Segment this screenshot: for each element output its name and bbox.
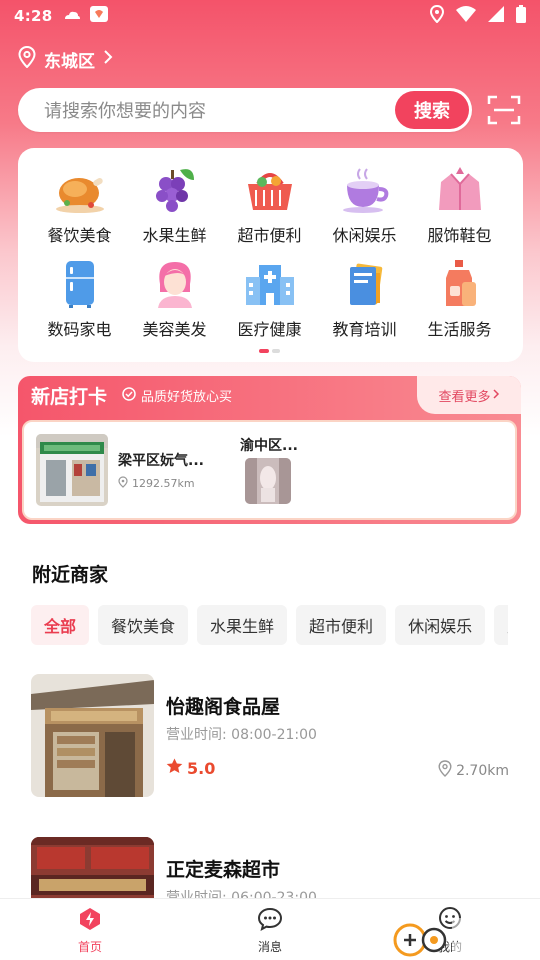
- status-time: 4:28: [14, 7, 53, 25]
- category-label: 教育培训: [332, 320, 397, 339]
- check-circle-icon: [122, 386, 136, 405]
- battery-icon: [516, 5, 526, 27]
- new-shop-subtitle: 品质好货放心买: [122, 386, 232, 405]
- nav-label: 消息: [257, 940, 282, 954]
- category-leisure[interactable]: 休闲娱乐: [317, 162, 412, 246]
- section-title: 附近商家: [32, 564, 109, 586]
- shop-name[interactable]: 梁平区妧气...: [118, 450, 204, 470]
- hospital-icon: [242, 256, 298, 312]
- roast-chicken-icon: [52, 162, 108, 218]
- category-supermarket[interactable]: 超市便利: [222, 162, 317, 246]
- jacket-icon: [432, 162, 488, 218]
- category-label: 生活服务: [427, 320, 492, 339]
- category-label: 水果生鲜: [142, 226, 207, 245]
- location-selector[interactable]: 东城区: [18, 45, 113, 72]
- page-indicator: [259, 349, 280, 353]
- category-label: 美容美发: [142, 320, 207, 339]
- scan-icon[interactable]: [487, 94, 521, 130]
- filter-chip[interactable]: 超市便利: [296, 605, 387, 645]
- page-dot: [272, 349, 280, 353]
- category-panel: 餐饮美食 水果生鲜 超市便利 休闲娱乐 服饰鞋包 数码家电 美容美发 医疗健康 …: [18, 148, 523, 362]
- map-pin-icon: [438, 760, 452, 781]
- nav-messages[interactable]: 消息: [180, 899, 360, 960]
- filter-chip-all[interactable]: 全部: [31, 605, 90, 645]
- merchant-photo: [31, 674, 154, 797]
- search-input[interactable]: 请搜索你想要的内容: [44, 97, 395, 123]
- new-shop-title: 新店打卡: [31, 386, 108, 408]
- category-electronics[interactable]: 数码家电: [32, 256, 127, 340]
- category-fruit[interactable]: 水果生鲜: [127, 162, 222, 246]
- new-shop-subtitle-text: 品质好货放心买: [141, 390, 233, 405]
- category-label: 数码家电: [47, 320, 112, 339]
- lotion-bottle-icon: [432, 256, 488, 312]
- chevron-right-icon: [492, 388, 500, 403]
- cloud-notification-icon: [63, 7, 81, 26]
- category-medical[interactable]: 医疗健康: [222, 256, 317, 340]
- shop-distance-text: 1292.57km: [132, 477, 195, 490]
- page-dot-active: [259, 349, 269, 353]
- nearby-merchants-section: 附近商家 全部 餐饮美食 水果生鲜 超市便利 休闲娱乐 服饰鞋包 怡趣阁食品屋 …: [0, 536, 540, 960]
- signal-icon: [488, 6, 504, 26]
- category-food[interactable]: 餐饮美食: [32, 162, 127, 246]
- new-shop-list: 梁平区妧气... 1292.57km 渝中区...: [22, 420, 517, 520]
- shopping-basket-icon: [242, 162, 298, 218]
- grapes-icon: [147, 162, 203, 218]
- category-services[interactable]: 生活服务: [412, 256, 507, 340]
- star-icon: [166, 758, 183, 778]
- books-icon: [337, 256, 393, 312]
- wifi-icon: [456, 6, 476, 26]
- chat-bubble-icon: [257, 907, 283, 935]
- category-label: 医疗健康: [237, 320, 302, 339]
- filter-chip[interactable]: 休闲娱乐: [395, 605, 486, 645]
- category-beauty[interactable]: 美容美发: [127, 256, 222, 340]
- location-district: 东城区: [44, 51, 95, 72]
- home-bolt-icon: [78, 907, 102, 935]
- merchant-rating: 5.0: [166, 758, 215, 778]
- view-more-button[interactable]: 查看更多: [417, 376, 521, 414]
- category-filter-tabs: 全部 餐饮美食 水果生鲜 超市便利 休闲娱乐 服饰鞋包: [31, 605, 508, 645]
- shop-photo[interactable]: [36, 434, 108, 506]
- merchant-name: 怡趣阁食品屋: [166, 696, 281, 718]
- map-pin-icon: [118, 476, 128, 491]
- shop-distance: 1292.57km: [118, 476, 195, 491]
- merchant-name: 正定麦森超市: [166, 859, 281, 881]
- new-shop-section: 新店打卡 品质好货放心买 查看更多 梁平区妧气... 1292.57km 渝中区…: [18, 376, 521, 524]
- view-more-label: 查看更多: [438, 389, 491, 405]
- category-education[interactable]: 教育培训: [317, 256, 412, 340]
- category-label: 休闲娱乐: [332, 226, 397, 245]
- status-bar: 4:28: [0, 0, 540, 32]
- filter-chip[interactable]: 餐饮美食: [98, 605, 189, 645]
- coffee-cup-icon: [337, 162, 393, 218]
- category-label: 餐饮美食: [47, 226, 112, 245]
- chevron-right-icon: [103, 49, 113, 69]
- hair-salon-icon: [147, 256, 203, 312]
- rating-value: 5.0: [187, 758, 216, 778]
- nav-home[interactable]: 首页: [0, 899, 180, 960]
- category-label: 服饰鞋包: [427, 226, 492, 245]
- location-status-icon: [429, 4, 445, 27]
- merchant-card[interactable]: 怡趣阁食品屋 营业时间: 08:00-21:00 5.0 2.70km: [31, 674, 511, 798]
- shop-name[interactable]: 渝中区...: [240, 435, 298, 455]
- merchant-distance: 2.70km: [438, 760, 509, 781]
- filter-chip[interactable]: 服饰鞋包: [494, 605, 508, 645]
- distance-text: 2.70km: [456, 762, 509, 779]
- nav-label: 首页: [77, 940, 102, 954]
- shop-photo[interactable]: [245, 458, 291, 504]
- category-clothing[interactable]: 服饰鞋包: [412, 162, 507, 246]
- app-notification-icon: [89, 5, 109, 27]
- refrigerator-icon: [52, 256, 108, 312]
- search-button[interactable]: 搜索: [395, 91, 469, 129]
- map-pin-icon: [18, 45, 36, 72]
- merchant-hours: 营业时间: 08:00-21:00: [166, 727, 317, 743]
- site-watermark-logo: [390, 914, 540, 960]
- filter-chip[interactable]: 水果生鲜: [197, 605, 288, 645]
- category-label: 超市便利: [237, 226, 302, 245]
- search-bar[interactable]: 请搜索你想要的内容 搜索: [18, 88, 472, 132]
